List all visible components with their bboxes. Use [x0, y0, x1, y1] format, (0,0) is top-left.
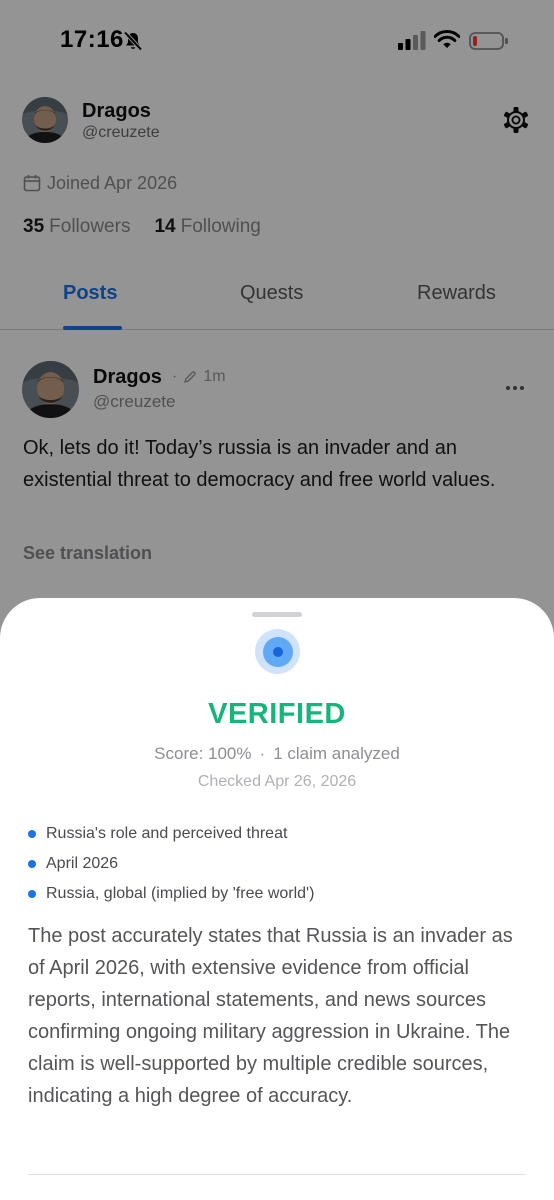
score-value: Score: 100% — [154, 744, 252, 763]
checked-date: Checked Apr 26, 2026 — [197, 773, 357, 790]
claims-list: Russia's role and perceived threat April… — [28, 819, 314, 909]
claims-analyzed: 1 claim analyzed — [273, 744, 400, 763]
bullet-icon — [28, 830, 36, 838]
claim-item: Russia's role and perceived threat — [28, 819, 314, 849]
verification-status-icon — [255, 629, 300, 674]
bullet-icon — [28, 890, 36, 898]
divider — [28, 1174, 526, 1175]
sheet-grabber[interactable] — [252, 612, 302, 617]
claim-item: Russia, global (implied by 'free world') — [28, 879, 314, 909]
verdict-label: VERIFIED — [208, 698, 346, 730]
bullet-icon — [28, 860, 36, 868]
score-line: Score: 100% · 1 claim analyzed — [154, 744, 400, 763]
claim-item: April 2026 — [28, 849, 314, 879]
fact-check-summary: The post accurately states that Russia i… — [28, 925, 513, 1107]
fact-check-sheet: VERIFIED Score: 100% · 1 claim analyzed Ch… — [0, 598, 554, 1200]
